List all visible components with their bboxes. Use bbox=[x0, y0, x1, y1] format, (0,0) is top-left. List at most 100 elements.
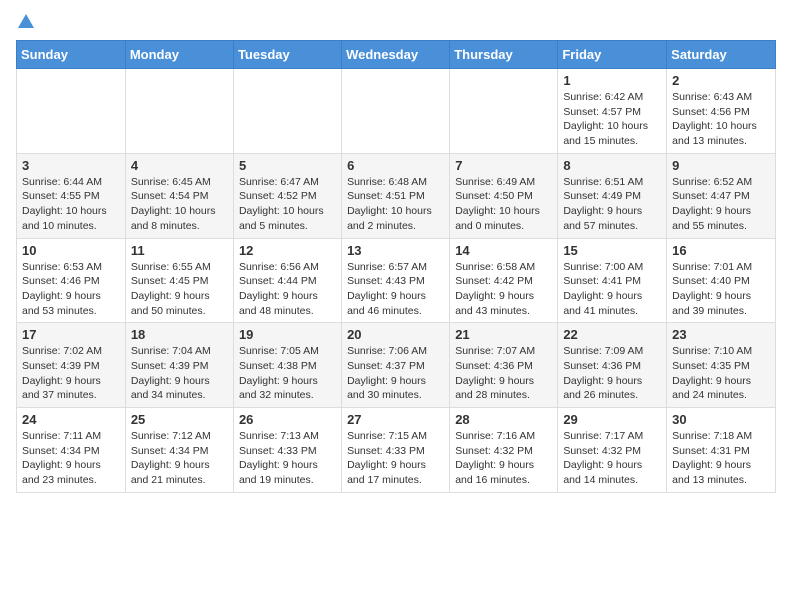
day-number: 7 bbox=[455, 158, 552, 173]
day-info: Sunrise: 6:49 AM Sunset: 4:50 PM Dayligh… bbox=[455, 175, 552, 234]
day-number: 23 bbox=[672, 327, 770, 342]
day-info: Sunrise: 6:51 AM Sunset: 4:49 PM Dayligh… bbox=[563, 175, 661, 234]
day-info: Sunrise: 7:01 AM Sunset: 4:40 PM Dayligh… bbox=[672, 260, 770, 319]
day-number: 29 bbox=[563, 412, 661, 427]
day-info: Sunrise: 7:05 AM Sunset: 4:38 PM Dayligh… bbox=[239, 344, 336, 403]
calendar-week-3: 10 Sunrise: 6:53 AM Sunset: 4:46 PM Dayli… bbox=[17, 238, 776, 323]
day-info: Sunrise: 7:00 AM Sunset: 4:41 PM Dayligh… bbox=[563, 260, 661, 319]
calendar-cell: 18 Sunrise: 7:04 AM Sunset: 4:39 PM Dayli… bbox=[125, 323, 233, 408]
day-number: 8 bbox=[563, 158, 661, 173]
day-number: 12 bbox=[239, 243, 336, 258]
day-number: 17 bbox=[22, 327, 120, 342]
day-info: Sunrise: 7:04 AM Sunset: 4:39 PM Dayligh… bbox=[131, 344, 228, 403]
weekday-header-monday: Monday bbox=[125, 41, 233, 69]
weekday-header-tuesday: Tuesday bbox=[233, 41, 341, 69]
calendar-cell: 19 Sunrise: 7:05 AM Sunset: 4:38 PM Dayli… bbox=[233, 323, 341, 408]
day-number: 20 bbox=[347, 327, 444, 342]
day-info: Sunrise: 6:44 AM Sunset: 4:55 PM Dayligh… bbox=[22, 175, 120, 234]
day-info: Sunrise: 6:48 AM Sunset: 4:51 PM Dayligh… bbox=[347, 175, 444, 234]
day-number: 15 bbox=[563, 243, 661, 258]
day-number: 13 bbox=[347, 243, 444, 258]
calendar-cell bbox=[233, 69, 341, 154]
weekday-header-wednesday: Wednesday bbox=[342, 41, 450, 69]
calendar-header-row: SundayMondayTuesdayWednesdayThursdayFrid… bbox=[17, 41, 776, 69]
calendar-cell: 3 Sunrise: 6:44 AM Sunset: 4:55 PM Daylig… bbox=[17, 153, 126, 238]
day-number: 19 bbox=[239, 327, 336, 342]
calendar-week-5: 24 Sunrise: 7:11 AM Sunset: 4:34 PM Dayli… bbox=[17, 408, 776, 493]
day-number: 25 bbox=[131, 412, 228, 427]
day-info: Sunrise: 6:53 AM Sunset: 4:46 PM Dayligh… bbox=[22, 260, 120, 319]
weekday-header-sunday: Sunday bbox=[17, 41, 126, 69]
page-header bbox=[16, 16, 776, 28]
day-number: 22 bbox=[563, 327, 661, 342]
day-info: Sunrise: 7:09 AM Sunset: 4:36 PM Dayligh… bbox=[563, 344, 661, 403]
calendar-cell: 23 Sunrise: 7:10 AM Sunset: 4:35 PM Dayli… bbox=[667, 323, 776, 408]
calendar-cell: 1 Sunrise: 6:42 AM Sunset: 4:57 PM Daylig… bbox=[558, 69, 667, 154]
day-number: 26 bbox=[239, 412, 336, 427]
day-number: 3 bbox=[22, 158, 120, 173]
day-info: Sunrise: 6:47 AM Sunset: 4:52 PM Dayligh… bbox=[239, 175, 336, 234]
calendar-cell: 26 Sunrise: 7:13 AM Sunset: 4:33 PM Dayli… bbox=[233, 408, 341, 493]
day-number: 5 bbox=[239, 158, 336, 173]
day-info: Sunrise: 7:12 AM Sunset: 4:34 PM Dayligh… bbox=[131, 429, 228, 488]
day-info: Sunrise: 7:07 AM Sunset: 4:36 PM Dayligh… bbox=[455, 344, 552, 403]
day-info: Sunrise: 7:17 AM Sunset: 4:32 PM Dayligh… bbox=[563, 429, 661, 488]
calendar-cell: 13 Sunrise: 6:57 AM Sunset: 4:43 PM Dayli… bbox=[342, 238, 450, 323]
day-number: 10 bbox=[22, 243, 120, 258]
day-info: Sunrise: 6:45 AM Sunset: 4:54 PM Dayligh… bbox=[131, 175, 228, 234]
day-number: 2 bbox=[672, 73, 770, 88]
day-info: Sunrise: 7:16 AM Sunset: 4:32 PM Dayligh… bbox=[455, 429, 552, 488]
calendar-table: SundayMondayTuesdayWednesdayThursdayFrid… bbox=[16, 40, 776, 493]
calendar-cell bbox=[17, 69, 126, 154]
day-number: 18 bbox=[131, 327, 228, 342]
calendar-cell: 4Sunrise: 6:45 AM Sunset: 4:54 PM Daylig… bbox=[125, 153, 233, 238]
calendar-week-2: 3 Sunrise: 6:44 AM Sunset: 4:55 PM Daylig… bbox=[17, 153, 776, 238]
weekday-header-thursday: Thursday bbox=[450, 41, 558, 69]
day-info: Sunrise: 7:15 AM Sunset: 4:33 PM Dayligh… bbox=[347, 429, 444, 488]
calendar-cell: 21 Sunrise: 7:07 AM Sunset: 4:36 PM Dayli… bbox=[450, 323, 558, 408]
day-number: 27 bbox=[347, 412, 444, 427]
weekday-header-friday: Friday bbox=[558, 41, 667, 69]
day-number: 11 bbox=[131, 243, 228, 258]
calendar-cell bbox=[450, 69, 558, 154]
day-number: 9 bbox=[672, 158, 770, 173]
calendar-cell bbox=[125, 69, 233, 154]
day-number: 14 bbox=[455, 243, 552, 258]
calendar-cell: 5 Sunrise: 6:47 AM Sunset: 4:52 PM Daylig… bbox=[233, 153, 341, 238]
calendar-cell: 15 Sunrise: 7:00 AM Sunset: 4:41 PM Dayli… bbox=[558, 238, 667, 323]
day-info: Sunrise: 6:56 AM Sunset: 4:44 PM Dayligh… bbox=[239, 260, 336, 319]
day-info: Sunrise: 7:10 AM Sunset: 4:35 PM Dayligh… bbox=[672, 344, 770, 403]
day-number: 1 bbox=[563, 73, 661, 88]
calendar-cell: 30Sunrise: 7:18 AM Sunset: 4:31 PM Dayli… bbox=[667, 408, 776, 493]
calendar-cell: 7 Sunrise: 6:49 AM Sunset: 4:50 PM Daylig… bbox=[450, 153, 558, 238]
calendar-cell: 16 Sunrise: 7:01 AM Sunset: 4:40 PM Dayli… bbox=[667, 238, 776, 323]
day-info: Sunrise: 6:58 AM Sunset: 4:42 PM Dayligh… bbox=[455, 260, 552, 319]
calendar-cell: 29 Sunrise: 7:17 AM Sunset: 4:32 PM Dayli… bbox=[558, 408, 667, 493]
day-info: Sunrise: 7:18 AM Sunset: 4:31 PM Dayligh… bbox=[672, 429, 770, 488]
day-number: 28 bbox=[455, 412, 552, 427]
day-info: Sunrise: 7:11 AM Sunset: 4:34 PM Dayligh… bbox=[22, 429, 120, 488]
calendar-cell: 24 Sunrise: 7:11 AM Sunset: 4:34 PM Dayli… bbox=[17, 408, 126, 493]
day-number: 16 bbox=[672, 243, 770, 258]
logo bbox=[16, 16, 34, 28]
day-info: Sunrise: 7:13 AM Sunset: 4:33 PM Dayligh… bbox=[239, 429, 336, 488]
calendar-cell: 10 Sunrise: 6:53 AM Sunset: 4:46 PM Dayli… bbox=[17, 238, 126, 323]
calendar-cell: 2 Sunrise: 6:43 AM Sunset: 4:56 PM Daylig… bbox=[667, 69, 776, 154]
calendar-cell bbox=[342, 69, 450, 154]
calendar-cell: 27 Sunrise: 7:15 AM Sunset: 4:33 PM Dayli… bbox=[342, 408, 450, 493]
calendar-cell: 8 Sunrise: 6:51 AM Sunset: 4:49 PM Daylig… bbox=[558, 153, 667, 238]
day-number: 6 bbox=[347, 158, 444, 173]
day-number: 21 bbox=[455, 327, 552, 342]
day-number: 24 bbox=[22, 412, 120, 427]
day-info: Sunrise: 6:43 AM Sunset: 4:56 PM Dayligh… bbox=[672, 90, 770, 149]
day-info: Sunrise: 6:57 AM Sunset: 4:43 PM Dayligh… bbox=[347, 260, 444, 319]
calendar-cell: 14 Sunrise: 6:58 AM Sunset: 4:42 PM Dayli… bbox=[450, 238, 558, 323]
day-info: Sunrise: 6:52 AM Sunset: 4:47 PM Dayligh… bbox=[672, 175, 770, 234]
calendar-cell: 17Sunrise: 7:02 AM Sunset: 4:39 PM Dayli… bbox=[17, 323, 126, 408]
day-info: Sunrise: 6:42 AM Sunset: 4:57 PM Dayligh… bbox=[563, 90, 661, 149]
calendar-cell: 12 Sunrise: 6:56 AM Sunset: 4:44 PM Dayli… bbox=[233, 238, 341, 323]
calendar-cell: 6 Sunrise: 6:48 AM Sunset: 4:51 PM Daylig… bbox=[342, 153, 450, 238]
day-info: Sunrise: 7:06 AM Sunset: 4:37 PM Dayligh… bbox=[347, 344, 444, 403]
calendar-week-1: 1 Sunrise: 6:42 AM Sunset: 4:57 PM Daylig… bbox=[17, 69, 776, 154]
calendar-cell: 25 Sunrise: 7:12 AM Sunset: 4:34 PM Dayli… bbox=[125, 408, 233, 493]
